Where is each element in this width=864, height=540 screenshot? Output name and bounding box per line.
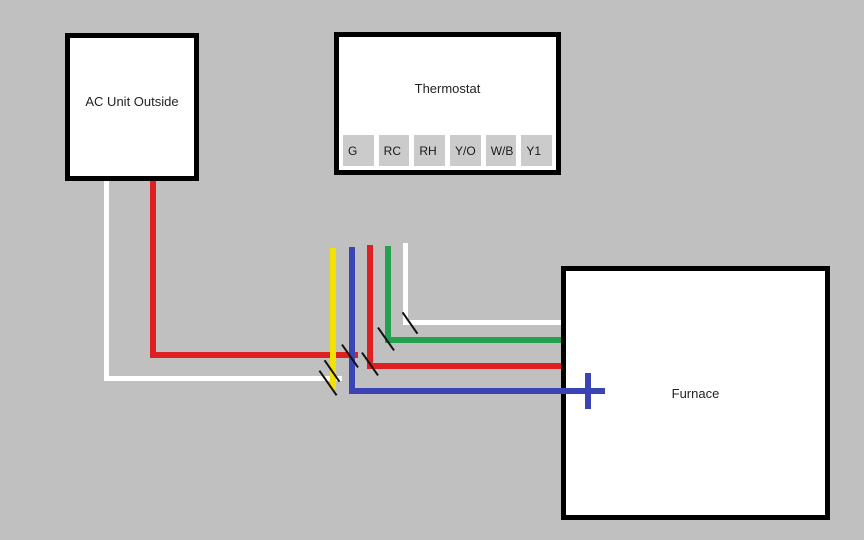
thermostat-body: Thermostat (339, 37, 556, 132)
bundle-green-wire-horizontal (385, 337, 565, 343)
ac-unit-box: AC Unit Outside (65, 33, 199, 181)
thermostat-terminal-strip: G RC RH Y/O W/B Y1 (343, 135, 553, 166)
ac-unit-label: AC Unit Outside (85, 94, 179, 109)
bundle-blue-wire-horizontal (349, 388, 605, 394)
wiring-diagram-canvas: AC Unit Outside Thermostat G RC RH Y/O W… (0, 0, 864, 540)
terminal-w-b[interactable]: W/B (485, 135, 517, 166)
bundle-green-wire-vertical (385, 246, 391, 343)
ac-white-wire-horizontal (104, 376, 342, 381)
bundle-white-wire-horizontal (403, 320, 565, 325)
blue-wire-terminal-cross (585, 373, 591, 409)
terminal-g[interactable]: G (343, 135, 374, 166)
terminal-rc[interactable]: RC (378, 135, 410, 166)
ac-red-wire-vertical (150, 179, 156, 355)
terminal-rh[interactable]: RH (414, 135, 446, 166)
thermostat-label: Thermostat (414, 81, 481, 96)
bundle-red-wire-horizontal (367, 363, 565, 369)
bundle-red-wire-vertical (367, 245, 373, 366)
thermostat-box: Thermostat G RC RH Y/O W/B Y1 (334, 32, 561, 175)
terminal-y-o[interactable]: Y/O (450, 135, 481, 166)
ac-white-wire-vertical (104, 176, 109, 381)
ac-red-wire-horizontal (150, 352, 358, 358)
terminal-y1[interactable]: Y1 (521, 135, 553, 166)
bundle-blue-wire-vertical (349, 247, 355, 394)
